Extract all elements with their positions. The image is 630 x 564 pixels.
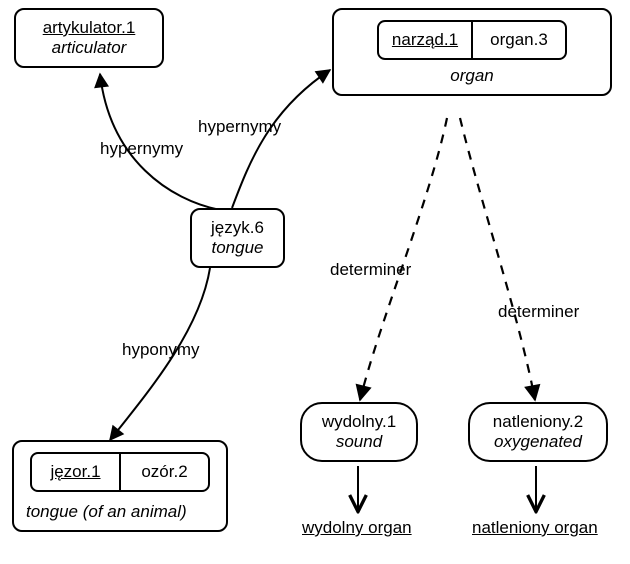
node-sound: wydolny.1 sound bbox=[300, 402, 418, 462]
edge-hypernymy-organ bbox=[232, 70, 330, 208]
node-tongue: język.6 tongue bbox=[190, 208, 285, 268]
node-sound-head-en: sound bbox=[312, 432, 406, 452]
node-tongue-head-en: tongue bbox=[202, 238, 273, 258]
phrase-sound-organ: wydolny organ bbox=[302, 518, 412, 538]
edge-determiner-oxygenated bbox=[460, 118, 535, 400]
node-organ-synset: narząd.1 organ.3 bbox=[377, 20, 567, 60]
label-hypernymy-organ: hypernymy bbox=[198, 117, 281, 137]
node-articulator-head-en: articulator bbox=[26, 38, 152, 58]
node-oxygenated-head-pl: natleniony.2 bbox=[480, 412, 596, 432]
node-animal-tongue-group: jęzor.1 ozór.2 tongue (of an animal) bbox=[12, 440, 228, 532]
node-oxygenated-head-en: oxygenated bbox=[480, 432, 596, 452]
node-tongue-head-pl: język.6 bbox=[202, 218, 273, 238]
node-articulator-head-pl: artykulator.1 bbox=[26, 18, 152, 38]
node-oxygenated: natleniony.2 oxygenated bbox=[468, 402, 608, 462]
node-animal-tongue-caption: tongue (of an animal) bbox=[26, 502, 214, 522]
label-determiner-oxygenated: determiner bbox=[498, 302, 579, 322]
phrase-oxygenated-organ: natleniony organ bbox=[472, 518, 598, 538]
node-organ-left: narząd.1 bbox=[379, 22, 471, 58]
node-articulator: artykulator.1 articulator bbox=[14, 8, 164, 68]
node-organ-caption: organ bbox=[346, 66, 598, 86]
node-animal-tongue-left: jęzor.1 bbox=[32, 454, 119, 490]
node-organ-right: organ.3 bbox=[473, 22, 565, 58]
label-determiner-sound: determiner bbox=[330, 260, 411, 280]
node-sound-head-pl: wydolny.1 bbox=[312, 412, 406, 432]
edge-determiner-sound bbox=[360, 118, 447, 400]
node-organ-group: narząd.1 organ.3 organ bbox=[332, 8, 612, 96]
label-hypernymy-articulator: hypernymy bbox=[100, 139, 183, 159]
node-animal-tongue-synset: jęzor.1 ozór.2 bbox=[30, 452, 210, 492]
node-animal-tongue-right: ozór.2 bbox=[121, 454, 208, 490]
label-hyponymy: hyponymy bbox=[122, 340, 199, 360]
